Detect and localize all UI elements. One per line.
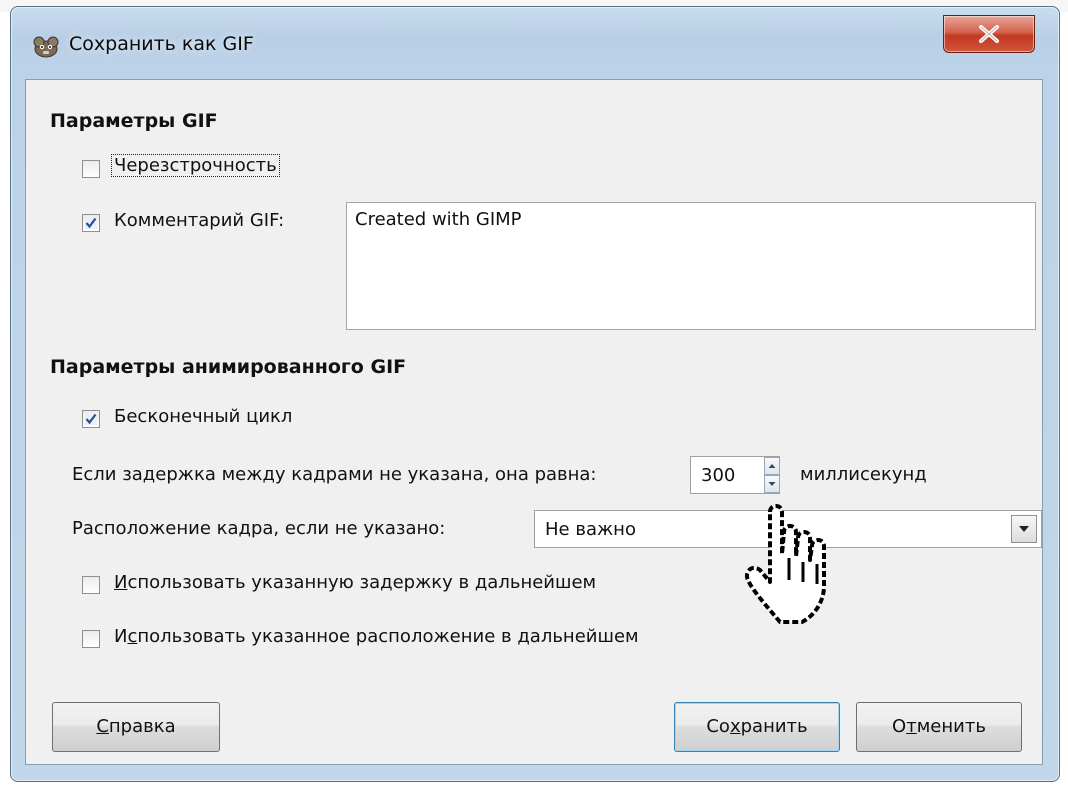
comment-label: Комментарий GIF: xyxy=(114,210,285,231)
spin-down-button[interactable] xyxy=(764,475,780,493)
interlace-label[interactable]: Черезстрочность xyxy=(111,154,280,177)
disposal-label: Расположение кадра, если не указано: xyxy=(72,518,446,539)
close-icon xyxy=(979,25,999,43)
dropdown-button[interactable] xyxy=(1011,515,1037,543)
gimp-icon xyxy=(31,33,61,59)
cancel-button[interactable]: Отменить xyxy=(856,702,1022,752)
delay-label: Если задержка между кадрами не указана, … xyxy=(72,464,597,485)
use-delay-label: Использовать указанную задержку в дальне… xyxy=(114,572,597,593)
save-gif-dialog: Сохранить как GIF Параметры GIF Черезстр… xyxy=(10,6,1060,782)
delay-spinner xyxy=(764,457,780,493)
loop-checkbox[interactable] xyxy=(82,410,100,428)
comment-checkbox[interactable] xyxy=(82,214,100,232)
help-button[interactable]: Справка xyxy=(52,702,220,752)
titlebar[interactable]: Сохранить как GIF xyxy=(11,7,1059,79)
close-button[interactable] xyxy=(943,15,1035,53)
use-disposal-label: Использовать указанное расположение в да… xyxy=(114,626,639,647)
window-title: Сохранить как GIF xyxy=(69,33,254,55)
delay-unit: миллисекунд xyxy=(800,464,927,485)
spin-up-button[interactable] xyxy=(764,457,780,475)
loop-label: Бесконечный цикл xyxy=(114,406,293,427)
chevron-down-icon xyxy=(1019,526,1029,532)
hand-cursor-icon xyxy=(745,504,826,624)
use-disposal-checkbox[interactable] xyxy=(82,630,100,648)
checkmark-icon xyxy=(85,217,97,229)
arrow-down-icon xyxy=(768,482,776,486)
use-delay-checkbox[interactable] xyxy=(82,576,100,594)
save-button[interactable]: Сохранить xyxy=(674,702,840,752)
comment-textarea[interactable]: Created with GIMP xyxy=(346,202,1036,330)
arrow-up-icon xyxy=(768,464,776,468)
gif-params-heading: Параметры GIF xyxy=(50,110,218,132)
dialog-content: Параметры GIF Черезстрочность Комментари… xyxy=(25,79,1043,765)
interlace-checkbox[interactable] xyxy=(82,160,100,178)
disposal-selected-value: Не важно xyxy=(545,519,636,540)
checkmark-icon xyxy=(85,413,97,425)
anim-params-heading: Параметры анимированного GIF xyxy=(50,356,407,378)
